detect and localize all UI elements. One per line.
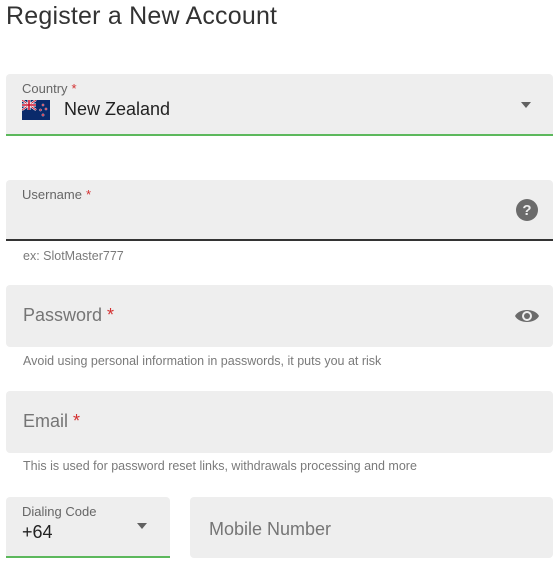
country-label-text: Country [22, 81, 68, 96]
required-mark: * [85, 187, 92, 202]
dialing-code-value: +64 [22, 522, 53, 542]
password-label-text: Password [23, 305, 103, 325]
email-label-text: Email [23, 411, 69, 431]
page-title: Register a New Account [6, 2, 278, 30]
mobile-number-field[interactable] [190, 497, 553, 558]
question-mark-icon[interactable]: ? [515, 198, 539, 222]
country-label: Country * [22, 81, 77, 96]
svg-text:?: ? [522, 202, 531, 219]
email-label: Email * [23, 411, 80, 432]
required-mark: * [71, 81, 77, 96]
username-field[interactable]: Username * ? [6, 180, 553, 241]
dialing-code-select[interactable]: Dialing Code +64 [6, 497, 170, 558]
eye-icon[interactable] [514, 304, 540, 328]
dialing-code-label: Dialing Code [22, 504, 97, 519]
mobile-number-input[interactable] [207, 513, 531, 545]
new-zealand-flag-icon [22, 100, 50, 120]
required-mark: * [107, 305, 115, 325]
username-input[interactable] [22, 208, 496, 236]
email-helper: This is used for password reset links, w… [23, 459, 417, 473]
username-label: Username * [22, 187, 91, 202]
country-select[interactable]: Country * New Zealand [6, 74, 553, 136]
chevron-down-icon[interactable] [137, 523, 147, 529]
question-mark-icon-svg: ? [516, 199, 538, 221]
required-mark: * [73, 411, 81, 431]
username-helper: ex: SlotMaster777 [23, 249, 124, 263]
password-label: Password * [23, 305, 114, 326]
chevron-down-icon[interactable] [521, 102, 531, 108]
password-helper: Avoid using personal information in pass… [23, 354, 382, 368]
password-field[interactable]: Password * [6, 285, 553, 347]
username-label-text: Username [22, 187, 82, 202]
eye-icon-svg [515, 310, 539, 322]
email-field[interactable]: Email * [6, 391, 553, 453]
country-value: New Zealand [64, 99, 171, 119]
